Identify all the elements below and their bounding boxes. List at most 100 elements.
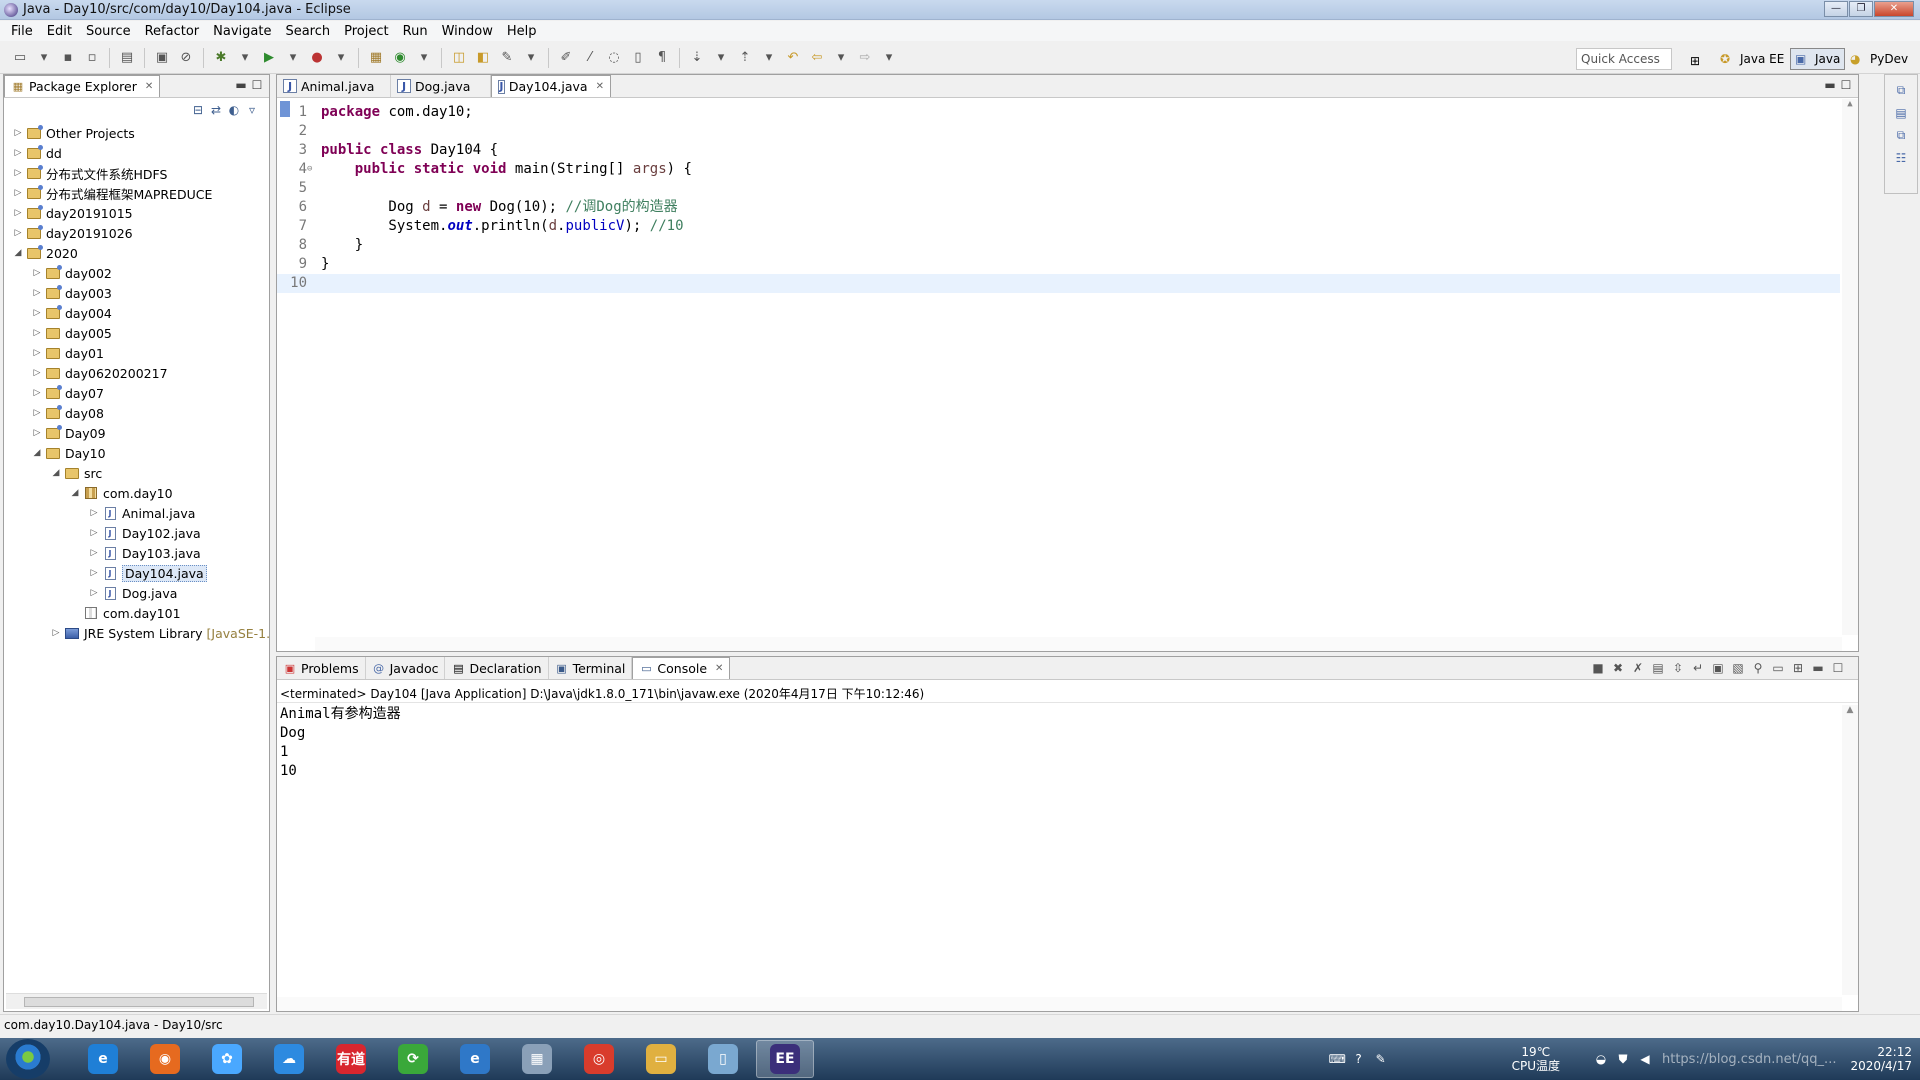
code-line[interactable]: 6 Dog d = new Dog(10); //调Dog的构造器	[277, 198, 1840, 217]
menu-project[interactable]: Project	[337, 24, 395, 39]
collapsed-arrow-icon[interactable]: ▷	[31, 388, 43, 398]
link-with-editor-icon[interactable]: ⇄	[207, 103, 225, 117]
next-annotation-dropdown-icon[interactable]: ▾	[712, 49, 730, 67]
horizontal-scrollbar[interactable]	[6, 993, 267, 1009]
tree-item[interactable]: ◢ 2020	[4, 243, 78, 263]
tree-item[interactable]: ▷ day08	[4, 403, 104, 423]
forward-dropdown-icon[interactable]: ▾	[880, 49, 898, 67]
quick-access-input[interactable]: Quick Access	[1576, 48, 1672, 70]
collapsed-arrow-icon[interactable]: ▷	[31, 368, 43, 378]
tree-item[interactable]: ▷ day002	[4, 263, 112, 283]
collapsed-arrow-icon[interactable]: ▷	[31, 348, 43, 358]
tree-item[interactable]: ▷ J Day102.java	[4, 523, 201, 543]
tree-item[interactable]: ▷ dd	[4, 143, 62, 163]
code-line[interactable]: 10	[277, 274, 1840, 293]
cloud-app[interactable]: ☁	[260, 1040, 318, 1078]
fold-collapse-icon[interactable]: ⊖	[307, 160, 312, 179]
close-icon[interactable]: ✕	[596, 81, 604, 92]
menu-help[interactable]: Help	[500, 24, 544, 39]
collapsed-arrow-icon[interactable]: ▷	[88, 548, 100, 558]
code-line[interactable]: 7 System.out.println(d.publicV); //10	[277, 217, 1840, 236]
chrome-app[interactable]: ◎	[570, 1040, 628, 1078]
security-icon[interactable]: ⛊	[1615, 1052, 1631, 1067]
terminate-icon[interactable]: ■	[1588, 661, 1608, 675]
menu-file[interactable]: File	[4, 24, 40, 39]
youdao-app[interactable]: 有道	[322, 1040, 380, 1078]
new-icon[interactable]: ▭	[11, 49, 29, 67]
tab-dog-java[interactable]: J Dog.java	[391, 75, 491, 97]
tree-item[interactable]: ▷ day005	[4, 323, 112, 343]
menu-source[interactable]: Source	[79, 24, 138, 39]
last-edit-location-icon[interactable]: ↶	[784, 49, 802, 67]
save-all-icon[interactable]: ▫	[83, 49, 101, 67]
previous-annotation-icon[interactable]: ⇡	[736, 49, 754, 67]
perspective-pydev[interactable]: ◕ PyDev	[1846, 48, 1912, 70]
tree-item[interactable]: ▷ Other Projects	[4, 123, 135, 143]
expanded-arrow-icon[interactable]: ◢	[50, 468, 62, 478]
collapsed-arrow-icon[interactable]: ▷	[12, 228, 24, 238]
search-dropdown-icon[interactable]: ▾	[522, 49, 540, 67]
tab-declaration[interactable]: ▤ Declaration	[445, 657, 549, 679]
menu-refactor[interactable]: Refactor	[138, 24, 207, 39]
task-list-icon[interactable]: ☷	[1885, 151, 1917, 165]
code-line[interactable]: 8 }	[277, 236, 1840, 255]
toggle-mark-occurrences-icon[interactable]: ✐	[557, 49, 575, 67]
tree-item[interactable]: ▷ day01	[4, 343, 104, 363]
tree-item[interactable]: ▷ day004	[4, 303, 112, 323]
menu-edit[interactable]: Edit	[40, 24, 79, 39]
help-icon[interactable]: ?	[1351, 1052, 1367, 1066]
new-java-package-icon[interactable]: ▦	[367, 49, 385, 67]
new-dropdown-icon[interactable]: ▾	[35, 49, 53, 67]
tab-javadoc[interactable]: @ Javadoc	[366, 657, 446, 679]
tab-problems[interactable]: ▣ Problems	[277, 657, 366, 679]
scrollbar-thumb[interactable]	[24, 997, 254, 1007]
word-wrap-icon[interactable]: ↵	[1688, 661, 1708, 675]
start-button[interactable]	[6, 1039, 50, 1079]
collapsed-arrow-icon[interactable]: ▷	[50, 628, 62, 638]
close-icon[interactable]: ✕	[145, 81, 153, 92]
network-icon[interactable]: ◒	[1593, 1052, 1609, 1066]
collapsed-arrow-icon[interactable]: ▷	[31, 288, 43, 298]
skip-breakpoints-icon[interactable]: ⊘	[177, 49, 195, 67]
open-perspective-icon[interactable]: ⊞	[1686, 50, 1704, 72]
editor-horizontal-scrollbar[interactable]	[315, 637, 1842, 651]
code-line[interactable]: 2	[277, 122, 1840, 141]
eclipse-app[interactable]: EE	[756, 1040, 814, 1078]
tree-item[interactable]: ◢ com.day10	[4, 483, 173, 503]
new-console-icon[interactable]: ⊞	[1788, 661, 1808, 675]
close-button[interactable]: ✕	[1874, 1, 1914, 17]
input-method-icon[interactable]: ✎	[1373, 1052, 1389, 1066]
baidu-netdisk-app[interactable]: ✿	[198, 1040, 256, 1078]
minimize-icon[interactable]: ▬	[1822, 78, 1838, 92]
run-icon[interactable]: ▶	[260, 49, 278, 67]
debug-dropdown-icon[interactable]: ▾	[236, 49, 254, 67]
clock[interactable]: 22:12 2020/4/17	[1850, 1045, 1912, 1073]
close-icon[interactable]: ✕	[715, 663, 723, 674]
tab-console[interactable]: ▭ Console ✕	[632, 657, 731, 679]
toggle-breadcrumb-icon[interactable]: ⁄	[581, 49, 599, 67]
tree-item[interactable]: ▷ day003	[4, 283, 112, 303]
collapsed-arrow-icon[interactable]: ▷	[31, 428, 43, 438]
collapse-all-icon[interactable]: ⊟	[189, 103, 207, 117]
focus-icon[interactable]: ◐	[225, 103, 243, 117]
tab-day104-java[interactable]: J Day104.java ✕	[491, 75, 611, 97]
collapsed-arrow-icon[interactable]: ▷	[31, 308, 43, 318]
terminal-icon[interactable]: ▣	[153, 49, 171, 67]
calculator-app[interactable]: ▦	[508, 1040, 566, 1078]
perspective-java-ee[interactable]: ✪ Java EE	[1716, 48, 1788, 70]
restore-icon[interactable]: ⧉	[1885, 128, 1917, 143]
explorer-app[interactable]: ▭	[632, 1040, 690, 1078]
menu-run[interactable]: Run	[396, 24, 435, 39]
collapsed-arrow-icon[interactable]: ▷	[12, 128, 24, 138]
print-icon[interactable]: ▤	[118, 49, 136, 67]
open-type-icon[interactable]: ◫	[450, 49, 468, 67]
remove-launch-icon[interactable]: ✖	[1608, 661, 1628, 675]
collapsed-arrow-icon[interactable]: ▷	[31, 408, 43, 418]
word-wrap-icon[interactable]: ▯	[629, 49, 647, 67]
maximize-icon[interactable]: ☐	[249, 78, 265, 92]
tree-item[interactable]: ▷ day07	[4, 383, 104, 403]
menu-navigate[interactable]: Navigate	[206, 24, 278, 39]
tree-item[interactable]: ◢ Day10	[4, 443, 106, 463]
collapsed-arrow-icon[interactable]: ▷	[31, 328, 43, 338]
clear-console-icon[interactable]: ▤	[1648, 661, 1668, 675]
